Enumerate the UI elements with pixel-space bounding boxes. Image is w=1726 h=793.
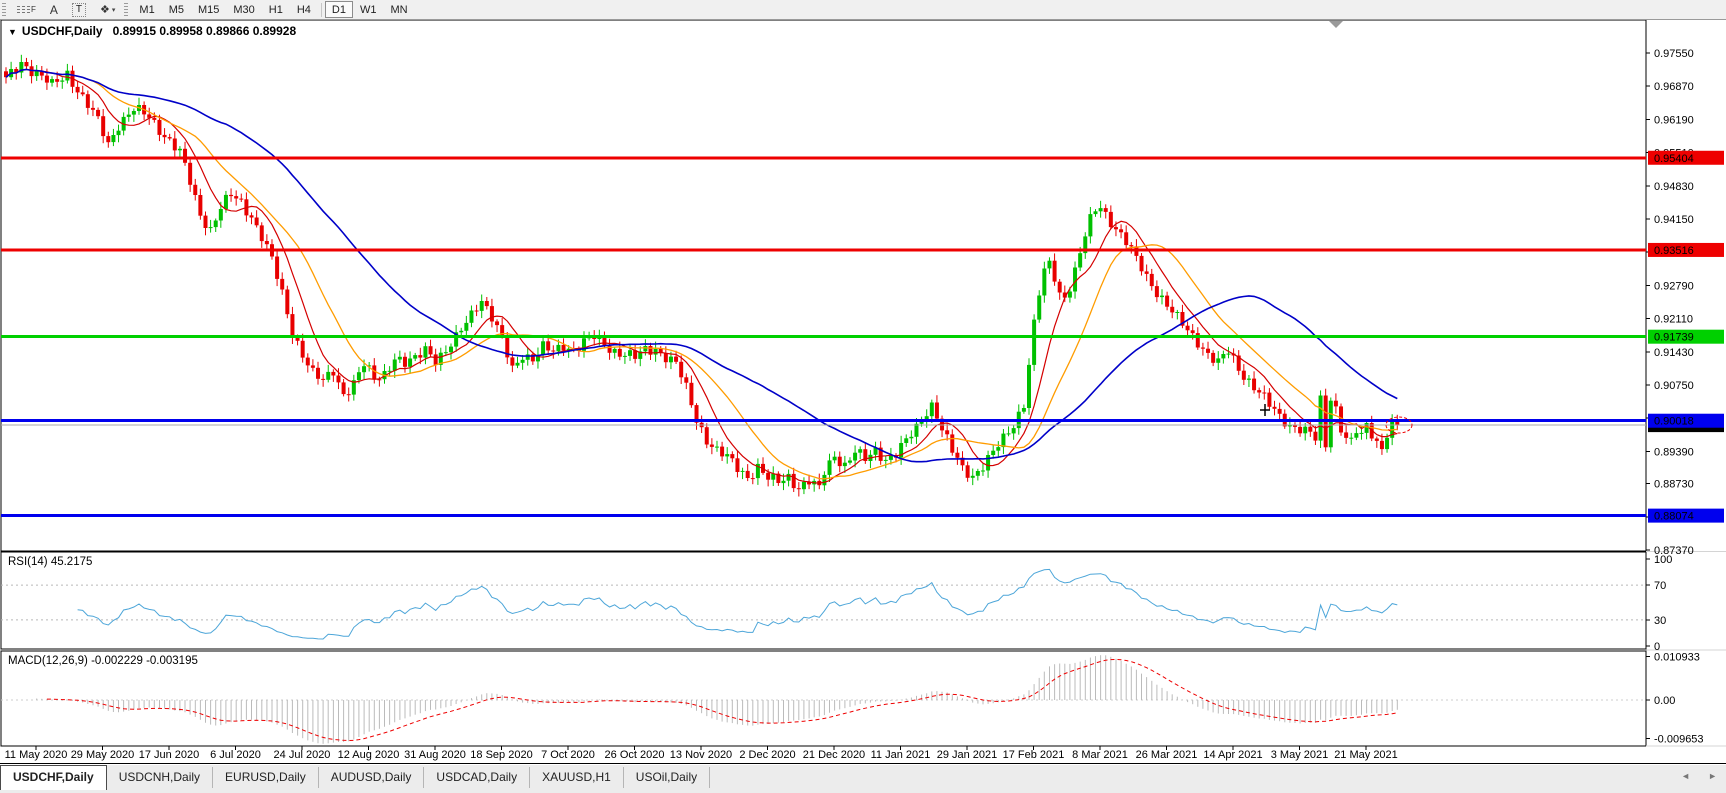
time-axis: 11 May 202029 May 2020 17 Jun 2020 6 Jul 2… (5, 746, 1398, 761)
date-tick-label: 11 May 2020 (5, 749, 68, 761)
date-tick-label: 24 Jul 2020 (274, 749, 331, 761)
date-tick-label: 13 Nov 2020 (670, 749, 732, 761)
date-tick-label: 11 Jan 2021 (871, 749, 931, 761)
pane-frames (0, 20, 1726, 764)
chart-tab-bar: USDCHF,Daily USDCNH,Daily EURUSD,Daily A… (0, 765, 1726, 793)
tab-usdcad-daily[interactable]: USDCAD,Daily (424, 767, 530, 788)
timeframe-d1-button[interactable]: D1 (325, 1, 353, 18)
symbol-period-label: USDCHF,Daily (22, 24, 103, 38)
timeframe-mn-button[interactable]: MN (383, 1, 414, 18)
toolbar-grip[interactable] (2, 3, 6, 16)
fibonacci-icon-letter: F (31, 5, 36, 14)
timeframe-m1-button[interactable]: M1 (132, 1, 161, 18)
macd-tick-label: 0.010933 (1654, 651, 1700, 663)
price-pane[interactable] (1, 55, 1646, 516)
toolbar-separator (321, 3, 322, 17)
collapse-triangle-icon[interactable]: ▼ (8, 27, 17, 37)
chart-canvas[interactable]: 0.975500.968700.961900.955100.948300.941… (0, 0, 1726, 793)
date-tick-label: 3 May 2021 (1271, 749, 1328, 761)
price-tick-label: 0.96190 (1654, 114, 1694, 126)
mt4-window: { "toolbar": { "tools": {"fibonacci": "F… (0, 0, 1726, 793)
timeframe-m5-button[interactable]: M5 (162, 1, 191, 18)
macd-tick-label: 0.00 (1654, 695, 1675, 707)
tab-scroll-left-icon[interactable]: ◄ (1672, 771, 1699, 781)
tab-scroll-arrows: ◄ ► (1672, 765, 1726, 787)
timeframe-h4-button[interactable]: H4 (290, 1, 318, 18)
rsi-line (78, 569, 1398, 639)
date-tick-label: 17 Feb 2021 (1003, 749, 1065, 761)
text-icon: A (50, 3, 58, 17)
date-tick-label: 21 Dec 2020 (803, 749, 865, 761)
date-tick-label: 7 Oct 2020 (541, 749, 595, 761)
date-tick-label: 26 Mar 2021 (1136, 749, 1198, 761)
timeframe-h1-button[interactable]: H1 (262, 1, 290, 18)
price-tick-label: 0.92790 (1654, 280, 1694, 292)
tab-xauusd-h1[interactable]: XAUUSD,H1 (530, 767, 624, 788)
fibonacci-tool-button[interactable]: F (10, 1, 43, 18)
text-tool-button[interactable]: A (43, 1, 65, 18)
date-tick-label: 26 Oct 2020 (605, 749, 665, 761)
date-tick-label: 31 Aug 2020 (404, 749, 466, 761)
date-tick-label: 21 May 2021 (1334, 749, 1398, 761)
date-tick-label: 29 Jan 2021 (937, 749, 998, 761)
price-badge: 0.95404 (1654, 153, 1694, 165)
macd-tick-label: -0.009653 (1654, 733, 1704, 745)
price-badge: 0.88074 (1654, 511, 1694, 523)
top-toolbar: F A T ❖ ▾ M1 M5 M15 M30 H1 H4 D1 W1 MN (0, 0, 1726, 20)
rsi-pane-label: RSI(14) 45.2175 (8, 556, 92, 568)
price-axis: 0.975500.968700.961900.955100.948300.941… (1646, 48, 1724, 745)
price-tick-label: 0.91430 (1654, 347, 1694, 359)
date-tick-label: 6 Jul 2020 (210, 749, 261, 761)
date-tick-label: 12 Aug 2020 (338, 749, 400, 761)
timeframe-m30-button[interactable]: M30 (226, 1, 261, 18)
rsi-tick-label: 30 (1654, 615, 1666, 627)
price-tick-label: 0.92110 (1654, 314, 1693, 326)
price-badge: 0.91739 (1654, 332, 1694, 344)
chart-title: ▼ USDCHF,Daily 0.89915 0.89958 0.89866 0.8… (8, 24, 296, 38)
timeframe-m15-button[interactable]: M15 (191, 1, 226, 18)
rsi-tick-label: 100 (1654, 554, 1672, 566)
rsi-tick-label: 70 (1654, 580, 1666, 592)
price-tick-label: 0.90750 (1654, 380, 1694, 392)
chart-shift-marker (1329, 21, 1343, 28)
timeframe-toolbar-grip[interactable] (124, 3, 128, 16)
price-tick-label: 0.97550 (1654, 48, 1694, 60)
tab-audusd-daily[interactable]: AUDUSD,Daily (319, 767, 425, 788)
date-tick-label: 2 Dec 2020 (739, 749, 795, 761)
tab-eurusd-daily[interactable]: EURUSD,Daily (213, 767, 319, 788)
date-tick-label: 8 Mar 2021 (1072, 749, 1128, 761)
date-tick-label: 18 Sep 2020 (470, 749, 532, 761)
price-badge: 0.90018 (1654, 416, 1694, 428)
macd-pane-label: MACD(12,26,9) -0.002229 -0.003195 (8, 655, 198, 667)
text-label-tool-button[interactable]: T (65, 1, 93, 18)
timeframe-w1-button[interactable]: W1 (353, 1, 384, 18)
price-tick-label: 0.94150 (1654, 214, 1694, 226)
price-tick-label: 0.88730 (1654, 479, 1694, 491)
date-tick-label: 17 Jun 2020 (139, 749, 200, 761)
fibonacci-icon (17, 5, 30, 15)
tab-usdchf-daily[interactable]: USDCHF,Daily (0, 765, 107, 790)
tab-usdcnh-daily[interactable]: USDCNH,Daily (107, 767, 213, 788)
chevron-down-icon: ▾ (112, 6, 116, 14)
tab-usoil-daily[interactable]: USOil,Daily (624, 767, 710, 788)
slow-ma (6, 69, 1397, 461)
chart-annotations[interactable] (1260, 21, 1412, 433)
price-tick-label: 0.96870 (1654, 81, 1694, 93)
price-tick-label: 0.94830 (1654, 181, 1694, 193)
tab-scroll-right-icon[interactable]: ► (1699, 771, 1726, 781)
price-tick-label: 0.89390 (1654, 446, 1694, 458)
arrows-tool-button[interactable]: ❖ ▾ (93, 1, 122, 18)
rsi-pane[interactable] (1, 569, 1646, 639)
date-tick-label: 14 Apr 2021 (1203, 749, 1262, 761)
price-badge: 0.93516 (1654, 245, 1694, 257)
ohlc-readout: 0.89915 0.89958 0.89866 0.89928 (113, 24, 297, 38)
arrows-icon: ❖ (100, 3, 110, 16)
date-tick-label: 29 May 2020 (71, 749, 135, 761)
macd-pane[interactable] (1, 655, 1646, 744)
text-label-icon: T (72, 3, 86, 17)
